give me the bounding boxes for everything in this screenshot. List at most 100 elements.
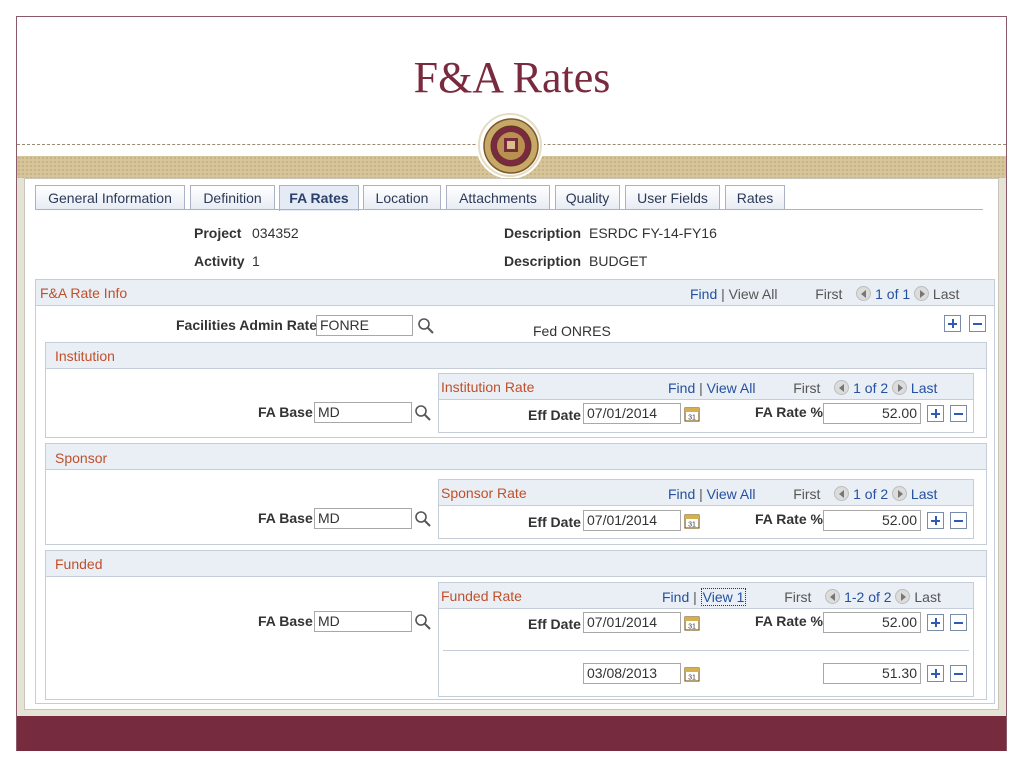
last-link: Last xyxy=(914,589,941,605)
row-divider xyxy=(443,650,969,651)
previous-arrow-icon[interactable] xyxy=(856,286,872,301)
svg-text:31: 31 xyxy=(688,624,696,631)
view-all-link[interactable]: View All xyxy=(729,286,778,302)
sponsor-fa-base-input[interactable]: MD xyxy=(314,508,412,529)
eff-date-label: Eff Date xyxy=(528,616,581,632)
next-arrow-icon[interactable] xyxy=(895,589,911,604)
lookup-icon[interactable] xyxy=(414,510,432,528)
funded-rate-box: Funded Rate Find | View 1 First 1-2 of 2… xyxy=(438,582,974,697)
slide-title: F&A Rates xyxy=(413,53,611,102)
funded-eff-date-input-2[interactable]: 03/08/2013 xyxy=(583,663,681,684)
row-count: 1 of 1 xyxy=(875,286,911,302)
funded-fa-rate-input-2[interactable]: 51.30 xyxy=(823,663,921,684)
delete-row-button[interactable] xyxy=(950,405,967,422)
sponsor-title: Sponsor xyxy=(55,450,108,466)
university-seal-logo xyxy=(478,113,542,177)
sponsor-eff-date-input[interactable]: 07/01/2014 xyxy=(583,510,681,531)
calendar-icon[interactable]: 31 xyxy=(683,665,701,683)
tab-fa-rates[interactable]: FA Rates xyxy=(279,185,359,211)
facilities-admin-rate-label: Facilities Admin Rate xyxy=(176,317,318,333)
row-count: 1-2 of 2 xyxy=(844,589,892,605)
add-row-button[interactable] xyxy=(927,512,944,529)
description-label: Description xyxy=(504,225,582,241)
next-arrow-icon[interactable] xyxy=(892,380,908,395)
lookup-icon[interactable] xyxy=(414,404,432,422)
delete-row-button[interactable] xyxy=(950,665,967,682)
previous-arrow-icon[interactable] xyxy=(825,589,841,604)
add-row-button[interactable] xyxy=(927,614,944,631)
institution-fa-base-input[interactable]: MD xyxy=(314,402,412,423)
view-all-link[interactable]: View All xyxy=(707,380,756,396)
calendar-icon[interactable]: 31 xyxy=(683,512,701,530)
tab-rates[interactable]: Rates xyxy=(725,185,785,210)
add-row-button[interactable] xyxy=(944,315,961,332)
fa-rate-label: FA Rate % xyxy=(755,613,823,629)
fa-base-label: FA Base xyxy=(258,404,313,420)
fa-rate-info-nav: Find | View All First 1 of 1 Last xyxy=(690,286,960,302)
last-link[interactable]: Last xyxy=(911,380,937,396)
calendar-icon[interactable]: 31 xyxy=(683,614,701,632)
view-all-link[interactable]: View All xyxy=(707,486,756,502)
first-link: First xyxy=(815,286,843,302)
footer-band xyxy=(17,716,1006,751)
lookup-icon[interactable] xyxy=(414,613,432,631)
tab-definition[interactable]: Definition xyxy=(190,185,275,210)
first-link: First xyxy=(793,380,821,396)
next-arrow-icon[interactable] xyxy=(892,486,908,501)
view-1-link[interactable]: View 1 xyxy=(700,588,747,606)
last-link[interactable]: Last xyxy=(911,486,937,502)
sponsor-fa-rate-input[interactable]: 52.00 xyxy=(823,510,921,531)
fa-rate-label: FA Rate % xyxy=(755,404,823,420)
peoplesoft-screen: General Information Definition FA Rates … xyxy=(17,178,1006,716)
delete-row-button[interactable] xyxy=(950,614,967,631)
institution-rate-nav: Find | View All First 1 of 2 Last xyxy=(668,380,938,396)
first-link: First xyxy=(793,486,821,502)
add-row-button[interactable] xyxy=(927,405,944,422)
institution-eff-date-input[interactable]: 07/01/2014 xyxy=(583,403,681,424)
svg-text:31: 31 xyxy=(688,522,696,529)
previous-arrow-icon[interactable] xyxy=(834,380,850,395)
find-link[interactable]: Find xyxy=(662,589,689,605)
find-link[interactable]: Find xyxy=(690,286,717,302)
next-arrow-icon[interactable] xyxy=(914,286,930,301)
previous-arrow-icon[interactable] xyxy=(834,486,850,501)
funded-rate-nav: Find | View 1 First 1-2 of 2 Last xyxy=(662,588,941,606)
lookup-icon[interactable] xyxy=(417,317,435,335)
delete-row-button[interactable] xyxy=(969,315,986,332)
funded-fa-base-input[interactable]: MD xyxy=(314,611,412,632)
find-link[interactable]: Find xyxy=(668,486,695,502)
institution-rate-title: Institution Rate xyxy=(441,379,535,395)
add-row-button[interactable] xyxy=(927,665,944,682)
project-value: 034352 xyxy=(252,225,299,241)
fa-rate-label: FA Rate % xyxy=(755,511,823,527)
row-count: 1 of 2 xyxy=(853,486,889,502)
tab-attachments[interactable]: Attachments xyxy=(446,185,550,210)
tab-user-fields[interactable]: User Fields xyxy=(625,185,720,210)
activity-description-value: BUDGET xyxy=(589,253,648,269)
tab-location[interactable]: Location xyxy=(363,185,441,210)
facilities-admin-rate-description: Fed ONRES xyxy=(533,323,611,339)
facilities-admin-rate-input[interactable]: FONRE xyxy=(316,315,413,336)
find-link[interactable]: Find xyxy=(668,380,695,396)
fa-base-label: FA Base xyxy=(258,510,313,526)
fa-rate-info-box: F&A Rate Info Find | View All First 1 of… xyxy=(35,279,995,704)
funded-fa-rate-input-1[interactable]: 52.00 xyxy=(823,612,921,633)
first-link: First xyxy=(784,589,812,605)
tab-general-information[interactable]: General Information xyxy=(35,185,185,210)
activity-label: Activity xyxy=(194,253,245,269)
calendar-icon[interactable]: 31 xyxy=(683,405,701,423)
institution-section: Institution FA Base MD Institution Rate … xyxy=(45,342,987,438)
tab-quality[interactable]: Quality xyxy=(555,185,620,210)
last-link: Last xyxy=(932,286,960,302)
eff-date-label: Eff Date xyxy=(528,407,581,423)
fa-base-label: FA Base xyxy=(258,613,313,629)
funded-section: Funded FA Base MD Funded Rate Find | Vie… xyxy=(45,550,987,700)
project-panel: General Information Definition FA Rates … xyxy=(24,178,999,710)
institution-fa-rate-input[interactable]: 52.00 xyxy=(823,403,921,424)
delete-row-button[interactable] xyxy=(950,512,967,529)
svg-text:31: 31 xyxy=(688,415,696,422)
funded-rate-title: Funded Rate xyxy=(441,588,522,604)
sponsor-rate-box: Sponsor Rate Find | View All First 1 of … xyxy=(438,479,974,539)
row-count: 1 of 2 xyxy=(853,380,889,396)
funded-eff-date-input-1[interactable]: 07/01/2014 xyxy=(583,612,681,633)
